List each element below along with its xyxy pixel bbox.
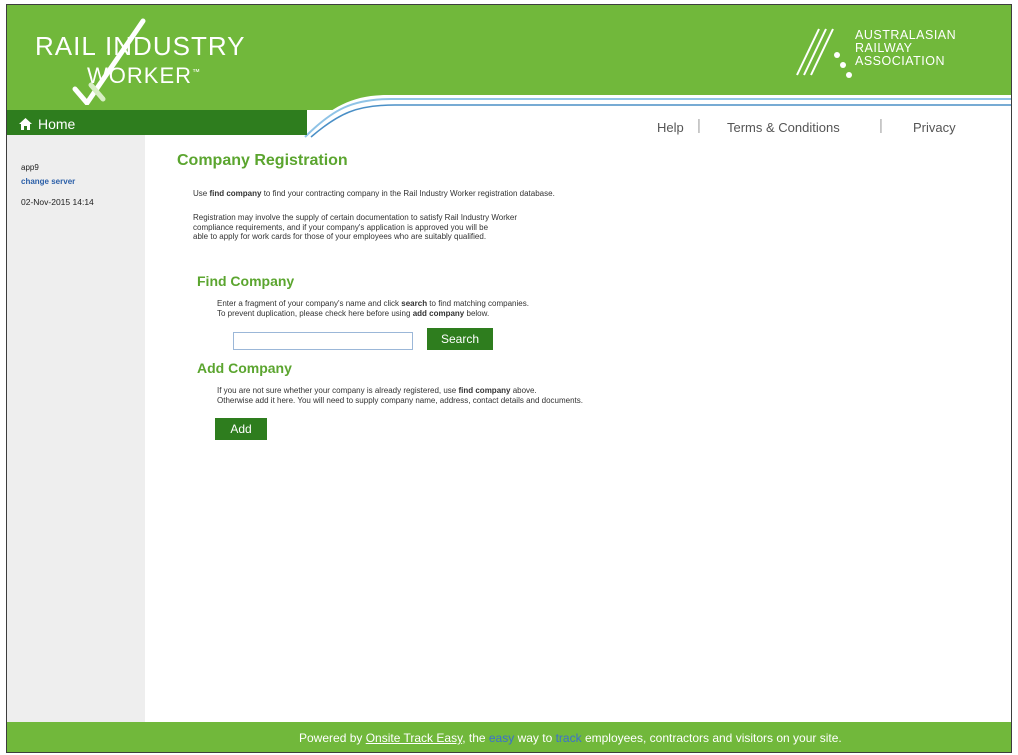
add-company-text: If you are not sure whether your company… <box>217 386 583 405</box>
home-link[interactable]: Home <box>19 116 75 132</box>
find-company-text: Enter a fragment of your company's name … <box>217 299 529 318</box>
ara-slashes-icon <box>796 28 852 78</box>
browser-frame: RAIL/INDUSTRY WORKER™ AUSTRALASIAN RAILW… <box>6 4 1012 753</box>
search-button[interactable]: Search <box>427 328 493 350</box>
page-title: Company Registration <box>177 152 348 169</box>
track-swoosh-graphic <box>297 95 1011 139</box>
sidebar <box>7 135 145 722</box>
nav-separator: | <box>879 117 883 134</box>
logo-worker-text: WORKER™ <box>87 63 201 88</box>
home-icon <box>19 118 32 130</box>
company-search-input[interactable] <box>233 332 413 350</box>
add-company-heading: Add Company <box>197 360 292 376</box>
help-link[interactable]: Help <box>657 120 684 135</box>
home-label: Home <box>38 116 76 132</box>
ara-text: AUSTRALASIAN RAILWAY ASSOCIATION <box>855 28 957 68</box>
intro-text: Use find company to find your contractin… <box>193 189 555 198</box>
footer-text: Powered by Onsite Track Easy, the easy w… <box>299 731 842 745</box>
registration-text: Registration may involve the supply of c… <box>193 213 517 241</box>
footer-easy-word: easy <box>488 731 515 745</box>
change-server-link[interactable]: change server <box>21 177 75 186</box>
onsite-track-easy-link[interactable]: Onsite Track Easy <box>366 731 462 745</box>
sidebar-datetime: 02-Nov-2015 14:14 <box>21 197 94 207</box>
footer-track-word: track <box>555 731 582 745</box>
nav-separator: | <box>697 117 701 134</box>
terms-link[interactable]: Terms & Conditions <box>727 120 840 135</box>
sidebar-user: app9 <box>21 163 39 172</box>
find-company-heading: Find Company <box>197 273 295 289</box>
privacy-link[interactable]: Privacy <box>913 120 956 135</box>
add-company-button[interactable]: Add <box>215 418 267 440</box>
logo-rail-text: RAIL/INDUSTRY <box>35 31 246 61</box>
